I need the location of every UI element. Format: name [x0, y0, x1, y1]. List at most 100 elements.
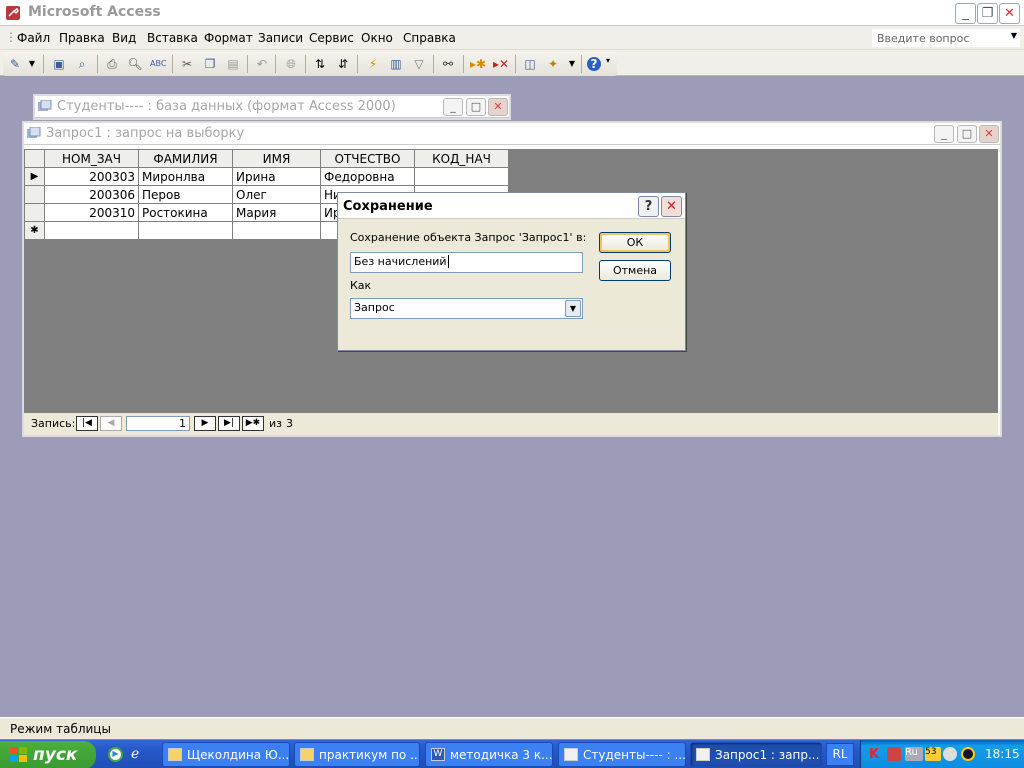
- save-icon[interactable]: ▣: [51, 57, 67, 71]
- ru-language-icon[interactable]: Ru: [905, 747, 923, 761]
- ie-icon[interactable]: ℯ: [131, 746, 147, 762]
- row-selector[interactable]: [24, 203, 45, 222]
- antivirus-icon[interactable]: 53: [925, 747, 941, 761]
- new-record-button[interactable]: ▶✱: [242, 416, 264, 431]
- undo-icon[interactable]: ↶: [254, 57, 270, 71]
- menu-window[interactable]: Окно: [361, 31, 393, 45]
- taskbar-item-1[interactable]: Щеколдина Ю....: [162, 742, 290, 767]
- query-maximize-button[interactable]: □: [957, 125, 977, 143]
- copy-icon[interactable]: ❐: [202, 57, 218, 71]
- cell[interactable]: [138, 221, 233, 240]
- chevron-down-icon[interactable]: ▼: [565, 300, 581, 317]
- cell[interactable]: 200303: [44, 167, 139, 186]
- menu-tools[interactable]: Сервис: [309, 31, 354, 45]
- help-search-input[interactable]: Введите вопрос ▼: [872, 29, 1020, 47]
- taskbar-item-2[interactable]: практикум по ...: [294, 742, 420, 767]
- dialog-close-button[interactable]: ✕: [661, 196, 682, 217]
- chevron-down-icon[interactable]: ▼: [24, 57, 40, 71]
- media-player-icon[interactable]: ▶: [108, 747, 123, 762]
- prev-record-button[interactable]: ◀: [100, 416, 122, 431]
- menu-format[interactable]: Формат: [204, 31, 253, 45]
- query-minimize-button[interactable]: _: [934, 125, 954, 143]
- taskbar-item-4[interactable]: Студенты---- : ...: [558, 742, 686, 767]
- language-indicator[interactable]: RL: [826, 743, 854, 766]
- table-row[interactable]: ▶ 200303 Миронлва Ирина Федоровна: [24, 167, 509, 186]
- db-minimize-button[interactable]: _: [443, 98, 463, 116]
- save-type-select[interactable]: Запрос ▼: [350, 298, 583, 319]
- menu-insert[interactable]: Вставка: [147, 31, 198, 45]
- menu-help[interactable]: Справка: [403, 31, 456, 45]
- database-window[interactable]: Студенты---- : база данных (формат Acces…: [33, 94, 511, 120]
- cell[interactable]: Федоровна: [320, 167, 415, 186]
- db-maximize-button[interactable]: □: [466, 98, 486, 116]
- cancel-button[interactable]: Отмена: [599, 260, 671, 281]
- save-dialog-caption[interactable]: Сохранение ? ✕: [338, 193, 685, 219]
- kaspersky-icon[interactable]: K: [869, 747, 883, 762]
- cell[interactable]: Ирина: [232, 167, 321, 186]
- query-window-caption[interactable]: Запрос1 : запрос на выборку _ □ ✕: [24, 123, 1000, 145]
- menu-edit[interactable]: Правка: [59, 31, 105, 45]
- cell[interactable]: Олег: [232, 185, 321, 204]
- cell[interactable]: Перов: [138, 185, 233, 204]
- view-icon[interactable]: ✎: [7, 57, 23, 71]
- new-record-icon[interactable]: ✱: [24, 221, 45, 240]
- preview-icon[interactable]: 🔍︎: [127, 57, 143, 71]
- cell[interactable]: [414, 167, 509, 186]
- taskbar-item-3[interactable]: Wметодичка 3 к...: [425, 742, 553, 767]
- menu-view[interactable]: Вид: [112, 31, 136, 45]
- filter-selection-icon[interactable]: ⚡: [365, 57, 381, 71]
- row-selector[interactable]: [24, 185, 45, 204]
- database-window-caption[interactable]: Студенты---- : база данных (формат Acces…: [35, 96, 509, 118]
- sort-desc-icon[interactable]: ⇵: [335, 57, 351, 71]
- ok-button[interactable]: ОК: [599, 232, 671, 253]
- save-name-input[interactable]: Без начислений: [350, 252, 583, 273]
- next-record-button[interactable]: ▶: [194, 416, 216, 431]
- minimize-button[interactable]: _: [955, 3, 976, 24]
- apply-filter-icon[interactable]: ▽: [411, 57, 427, 71]
- close-button[interactable]: ✕: [999, 3, 1020, 24]
- network-icon[interactable]: [887, 747, 901, 761]
- delete-record-icon[interactable]: ▸✕: [493, 57, 509, 71]
- chevron-down-icon[interactable]: ▼: [564, 57, 580, 71]
- help-icon[interactable]: ?: [587, 57, 601, 71]
- record-number-input[interactable]: 1: [126, 416, 190, 431]
- restore-button[interactable]: ❐: [977, 3, 998, 24]
- column-header[interactable]: ИМЯ: [232, 149, 321, 168]
- hyperlink-icon[interactable]: 🌐︎: [283, 57, 299, 71]
- cut-icon[interactable]: ✂: [179, 57, 195, 71]
- column-header[interactable]: ФАМИЛИЯ: [138, 149, 233, 168]
- sort-asc-icon[interactable]: ⇅: [312, 57, 328, 71]
- print-icon[interactable]: ⎙: [104, 57, 120, 71]
- filter-form-icon[interactable]: ▥: [388, 57, 404, 71]
- db-close-button[interactable]: ✕: [488, 98, 508, 116]
- select-all-cell[interactable]: [24, 149, 45, 168]
- find-icon[interactable]: ⚯: [440, 57, 456, 71]
- menu-file[interactable]: Файл: [17, 31, 50, 45]
- cell[interactable]: 200306: [44, 185, 139, 204]
- column-header[interactable]: КОД_НАЧ: [414, 149, 509, 168]
- cell[interactable]: Мария: [232, 203, 321, 222]
- menu-records[interactable]: Записи: [258, 31, 303, 45]
- chevron-down-icon[interactable]: ▼: [1011, 31, 1017, 40]
- cell[interactable]: 200310: [44, 203, 139, 222]
- start-button[interactable]: пуск: [0, 741, 96, 768]
- update-icon[interactable]: [961, 747, 975, 761]
- new-record-icon[interactable]: ▸✱: [470, 57, 486, 71]
- cell[interactable]: Ростокина: [138, 203, 233, 222]
- paste-icon[interactable]: ▤: [225, 57, 241, 71]
- new-object-icon[interactable]: ✦: [545, 57, 561, 71]
- cell[interactable]: Миронлва: [138, 167, 233, 186]
- cell[interactable]: [232, 221, 321, 240]
- cell[interactable]: [44, 221, 139, 240]
- database-window-icon[interactable]: ◫: [522, 57, 538, 71]
- first-record-button[interactable]: |◀: [76, 416, 98, 431]
- search-icon[interactable]: ⌕: [74, 57, 90, 71]
- last-record-button[interactable]: ▶|: [218, 416, 240, 431]
- current-record-icon[interactable]: ▶: [24, 167, 45, 186]
- taskbar-item-5[interactable]: Запрос1 : запр...: [690, 742, 822, 767]
- spellcheck-icon[interactable]: ABC: [150, 57, 166, 71]
- column-header[interactable]: ОТЧЕСТВО: [320, 149, 415, 168]
- column-header[interactable]: НОМ_ЗАЧ: [44, 149, 139, 168]
- toolbar-options-icon[interactable]: ▾: [606, 56, 610, 65]
- query-close-button[interactable]: ✕: [979, 125, 999, 143]
